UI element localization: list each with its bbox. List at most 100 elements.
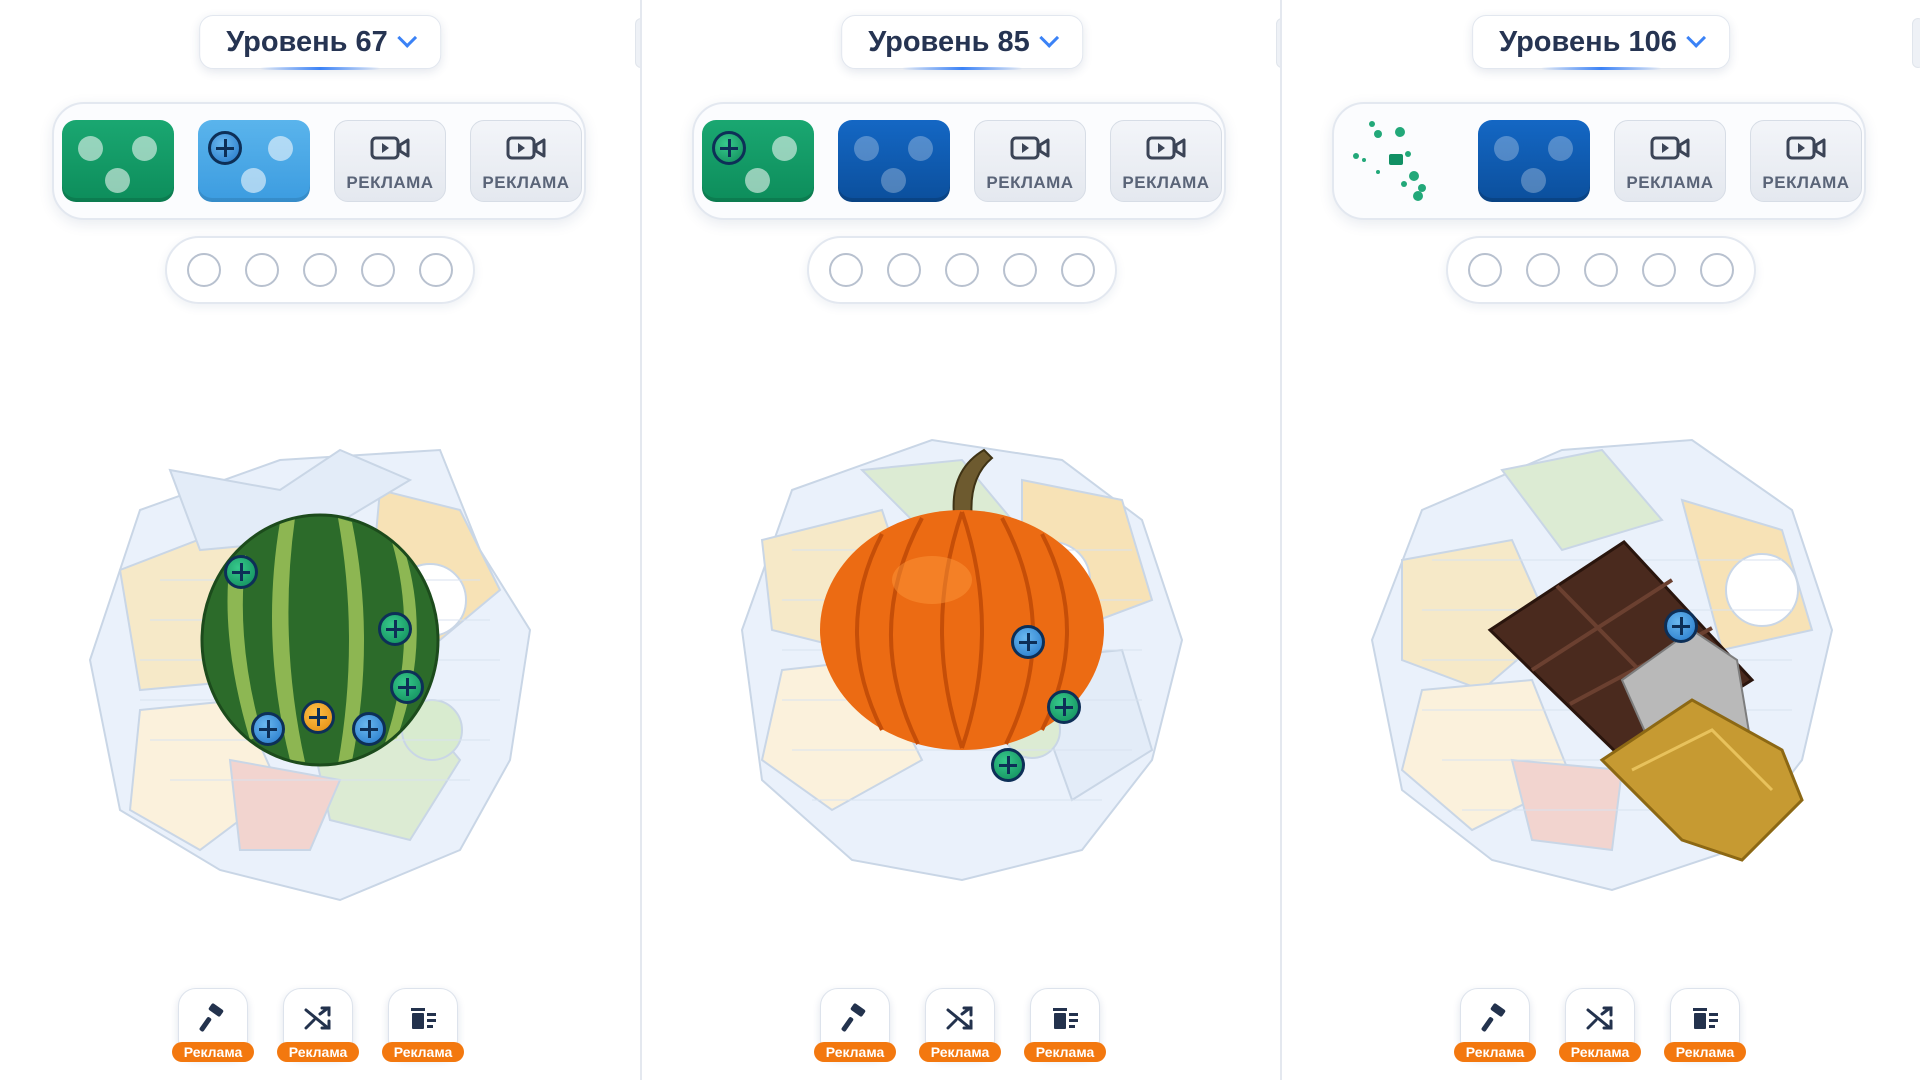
shuffle-icon	[1586, 1006, 1613, 1030]
chevron-down-icon	[396, 28, 417, 48]
shuffle-tool-button[interactable]: Реклама	[919, 988, 1001, 1062]
slot-green[interactable]	[62, 120, 174, 202]
empty-screw-holder	[165, 236, 475, 304]
empty-screw-slot	[887, 253, 921, 287]
screw-icon[interactable]	[1664, 609, 1698, 643]
video-camera-icon	[506, 136, 546, 160]
screw-icon[interactable]	[991, 748, 1025, 782]
screw-icon[interactable]	[390, 670, 424, 704]
empty-screw-holder	[807, 236, 1117, 304]
game-panel-3: Уровень 106 РЕКЛАМА РЕКЛАМА Реклама Рекл…	[1282, 0, 1920, 1080]
game-panel-1: Уровень 67 РЕКЛАМА РЕКЛАМА Реклама Рекла…	[0, 0, 640, 1080]
hammer-tool-button[interactable]: Реклама	[172, 988, 254, 1062]
game-panel-2: Уровень 85 РЕКЛАМА РЕКЛАМА Реклама Рекла…	[642, 0, 1282, 1080]
video-camera-icon	[1786, 136, 1826, 160]
shuffle-icon	[304, 1006, 331, 1030]
ad-slot-label: РЕКЛАМА	[1762, 173, 1850, 192]
level-selector[interactable]: Уровень 85	[841, 15, 1083, 70]
ad-slot-label: РЕКЛАМА	[1122, 173, 1210, 192]
ad-badge: Реклама	[382, 1042, 464, 1062]
ad-badge: Реклама	[172, 1042, 254, 1062]
slot-green[interactable]	[702, 120, 814, 202]
ad-slot-label: РЕКЛАМА	[482, 173, 570, 192]
level-label: Уровень 106	[1499, 25, 1677, 58]
screw-icon[interactable]	[1011, 625, 1045, 659]
video-camera-icon	[1146, 136, 1186, 160]
ad-badge: Реклама	[919, 1042, 1001, 1062]
empty-screw-slot	[419, 253, 453, 287]
ad-slot-button[interactable]: РЕКЛАМА	[470, 120, 582, 202]
screw-icon[interactable]	[1047, 690, 1081, 724]
shuffle-icon	[946, 1006, 973, 1030]
color-slots-tray: РЕКЛАМА РЕКЛАМА	[692, 102, 1226, 220]
empty-screw-slot	[1468, 253, 1502, 287]
slot-blue[interactable]	[838, 120, 950, 202]
next-panel-peek	[1912, 18, 1920, 68]
trash-tool-button[interactable]: Реклама	[382, 988, 464, 1062]
puzzle-plates	[88, 448, 532, 902]
ad-badge: Реклама	[1024, 1042, 1106, 1062]
level-selector[interactable]: Уровень 106	[1472, 15, 1730, 70]
video-camera-icon	[1650, 136, 1690, 160]
puzzle-plates	[740, 438, 1184, 882]
empty-screw-slot	[187, 253, 221, 287]
empty-screw-slot	[1700, 253, 1734, 287]
empty-screw-slot	[829, 253, 863, 287]
hammer-tool-button[interactable]: Реклама	[814, 988, 896, 1062]
screw-icon[interactable]	[224, 555, 258, 589]
slot-light-blue[interactable]	[198, 120, 310, 202]
ad-badge: Реклама	[1559, 1042, 1641, 1062]
sparkle-burst-icon	[1353, 121, 1426, 201]
level-selector[interactable]: Уровень 67	[199, 15, 441, 70]
ad-slot-button[interactable]: РЕКЛАМА	[1614, 120, 1726, 202]
empty-screw-slot	[1526, 253, 1560, 287]
empty-screw-holder	[1446, 236, 1756, 304]
shuffle-tool-button[interactable]: Реклама	[277, 988, 359, 1062]
slot-blue[interactable]	[1478, 120, 1590, 202]
level-underline	[1540, 67, 1661, 70]
chevron-down-icon	[1685, 28, 1706, 48]
ad-badge: Реклама	[1664, 1042, 1746, 1062]
trash-icon	[1693, 1008, 1718, 1029]
level-label: Уровень 67	[226, 25, 388, 58]
hammer-icon	[199, 1003, 224, 1032]
hammer-icon	[1481, 1003, 1506, 1032]
empty-screw-slot	[1584, 253, 1618, 287]
ad-slot-button[interactable]: РЕКЛАМА	[334, 120, 446, 202]
level-underline	[259, 67, 380, 70]
screw-icon[interactable]	[378, 612, 412, 646]
puzzle-plates	[1370, 438, 1834, 892]
screw-icon[interactable]	[251, 712, 285, 746]
empty-screw-slot	[1061, 253, 1095, 287]
chevron-down-icon	[1038, 28, 1059, 48]
screw-icon[interactable]	[301, 700, 335, 734]
empty-screw-slot	[945, 253, 979, 287]
shuffle-tool-button[interactable]: Реклама	[1559, 988, 1641, 1062]
level-underline	[901, 67, 1022, 70]
level-label: Уровень 85	[868, 25, 1030, 58]
screw-icon[interactable]	[352, 712, 386, 746]
video-camera-icon	[1010, 136, 1050, 160]
ad-badge: Реклама	[277, 1042, 359, 1062]
empty-screw-slot	[1642, 253, 1676, 287]
ad-slot-button[interactable]: РЕКЛАМА	[1750, 120, 1862, 202]
video-camera-icon	[370, 136, 410, 160]
ad-badge: Реклама	[814, 1042, 896, 1062]
trash-tool-button[interactable]: Реклама	[1024, 988, 1106, 1062]
hammer-icon	[841, 1003, 866, 1032]
trash-tool-button[interactable]: Реклама	[1664, 988, 1746, 1062]
ad-slot-button[interactable]: РЕКЛАМА	[1110, 120, 1222, 202]
ad-slot-label: РЕКЛАМА	[986, 173, 1074, 192]
screw-icon	[208, 131, 242, 165]
slot-burst-effect	[1342, 120, 1454, 202]
trash-icon	[1053, 1008, 1078, 1029]
ad-slot-label: РЕКЛАМА	[1626, 173, 1714, 192]
color-slots-tray: РЕКЛАМА РЕКЛАМА	[1332, 102, 1866, 220]
ad-slot-button[interactable]: РЕКЛАМА	[974, 120, 1086, 202]
empty-screw-slot	[245, 253, 279, 287]
empty-screw-slot	[1003, 253, 1037, 287]
hammer-tool-button[interactable]: Реклама	[1454, 988, 1536, 1062]
empty-screw-slot	[303, 253, 337, 287]
screw-icon	[712, 131, 746, 165]
ad-slot-label: РЕКЛАМА	[346, 173, 434, 192]
